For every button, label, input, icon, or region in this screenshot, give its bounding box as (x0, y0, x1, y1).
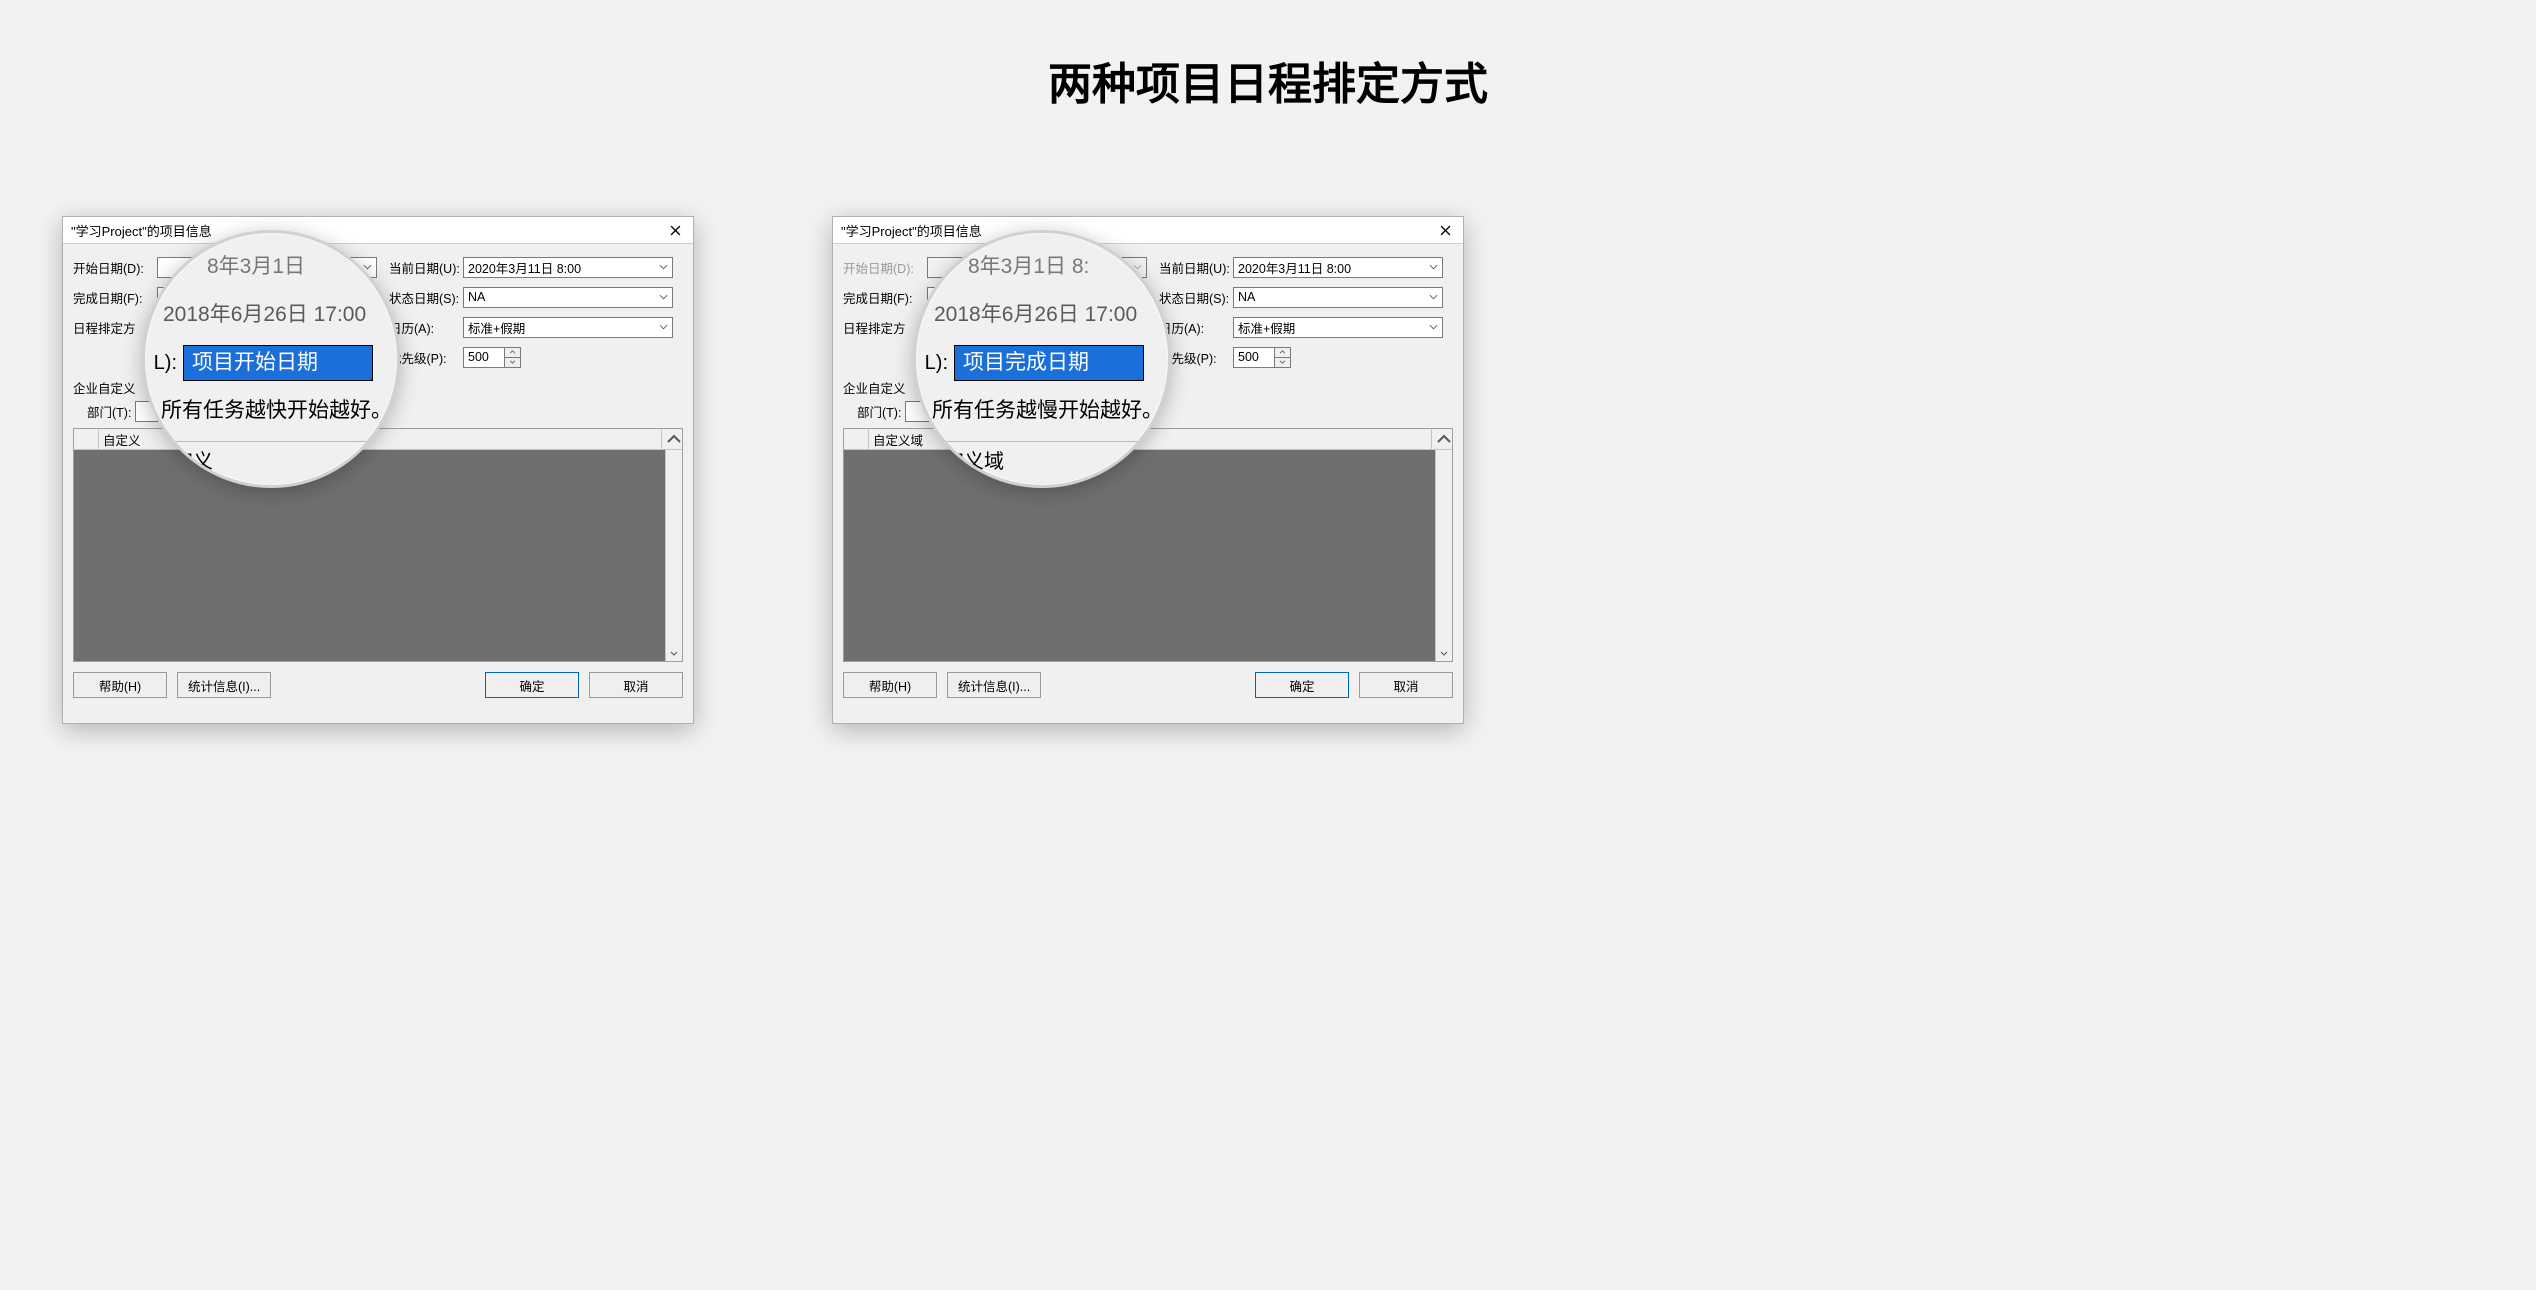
vertical-scrollbar[interactable] (1435, 450, 1452, 661)
calendar-field[interactable]: 标准+假期 (1233, 317, 1443, 338)
finish-date-label: 完成日期(F): (843, 288, 927, 307)
chevron-down-icon (1429, 324, 1438, 330)
mag-finish-date: 2018年6月26日 17:00 (913, 300, 1137, 330)
priority-value[interactable]: 500 (1233, 347, 1275, 368)
magnifier-left: 8年3月1日 2018年6月26日 17:00 L): 项目开始日期 所有任务越… (142, 230, 400, 488)
department-label: 部门(T): (857, 402, 901, 421)
chevron-down-icon (1429, 294, 1438, 300)
department-label: 部门(T): (87, 402, 131, 421)
table-corner (74, 429, 99, 449)
status-date-label: 状态日期(S): (389, 288, 463, 307)
current-date-field[interactable]: 2020年3月11日 8:00 (1233, 257, 1443, 278)
ok-button[interactable]: 确定 (485, 672, 579, 698)
mag-top-date: 8年3月1日 (142, 252, 305, 282)
chevron-down-icon (659, 294, 668, 300)
ok-button[interactable]: 确定 (1255, 672, 1349, 698)
table-corner (844, 429, 869, 449)
calendar-value: 标准+假期 (468, 318, 525, 337)
cancel-button[interactable]: 取消 (589, 672, 683, 698)
cancel-button[interactable]: 取消 (1359, 672, 1453, 698)
scroll-up-icon[interactable] (662, 429, 682, 449)
current-date-value: 2020年3月11日 8:00 (1238, 258, 1351, 277)
current-date-label: 当前日期(U): (389, 258, 463, 277)
priority-spinner[interactable]: 500 (463, 347, 521, 368)
calendar-label: 日历(A): (389, 318, 463, 337)
statistics-button[interactable]: 统计信息(I)... (947, 672, 1041, 698)
help-button[interactable]: 帮助(H) (843, 672, 937, 698)
status-date-label: 状态日期(S): (1159, 288, 1233, 307)
close-icon[interactable] (661, 220, 689, 240)
chevron-down-icon[interactable] (505, 357, 520, 367)
spinner-arrows[interactable] (1275, 347, 1291, 368)
calendar-value: 标准+假期 (1238, 318, 1295, 337)
mag-table-header: 自定义 (142, 441, 400, 477)
mag-table-header: 自定义域 (913, 441, 1171, 477)
help-button[interactable]: 帮助(H) (73, 672, 167, 698)
current-date-field[interactable]: 2020年3月11日 8:00 (463, 257, 673, 278)
page-title: 两种项目日程排定方式 (0, 48, 2536, 112)
status-date-field[interactable]: NA (1233, 287, 1443, 308)
chevron-down-icon (659, 264, 668, 270)
start-date-label: 开始日期(D): (843, 258, 927, 277)
button-bar: 帮助(H) 统计信息(I)... 确定 取消 (833, 662, 1463, 708)
scroll-down-icon[interactable] (1436, 645, 1452, 661)
vertical-scrollbar[interactable] (665, 450, 682, 661)
current-date-value: 2020年3月11日 8:00 (468, 258, 581, 277)
chevron-up-icon[interactable] (1275, 348, 1290, 357)
chevron-down-icon (1429, 264, 1438, 270)
statistics-button[interactable]: 统计信息(I)... (177, 672, 271, 698)
chevron-down-icon[interactable] (1275, 357, 1290, 367)
chevron-up-icon[interactable] (505, 348, 520, 357)
mag-label-suffix: L): (913, 349, 954, 378)
current-date-label: 当前日期(U): (1159, 258, 1233, 277)
mag-top-date: 8年3月1日 8: (913, 252, 1089, 282)
schedule-from-selection[interactable]: 项目开始日期 (183, 345, 373, 381)
scroll-up-icon[interactable] (1432, 429, 1452, 449)
priority-value[interactable]: 500 (463, 347, 505, 368)
calendar-field[interactable]: 标准+假期 (463, 317, 673, 338)
mag-label-suffix: L): (142, 349, 183, 378)
schedule-hint-text: 所有任务越快开始越好。 (142, 396, 392, 426)
spinner-arrows[interactable] (505, 347, 521, 368)
button-bar: 帮助(H) 统计信息(I)... 确定 取消 (63, 662, 693, 708)
chevron-down-icon (659, 324, 668, 330)
priority-spinner[interactable]: 500 (1233, 347, 1291, 368)
schedule-from-selection[interactable]: 项目完成日期 (954, 345, 1144, 381)
status-date-value: NA (468, 290, 485, 304)
schedule-hint-text: 所有任务越慢开始越好。 (913, 396, 1163, 426)
calendar-label: 日历(A): (1159, 318, 1233, 337)
magnifier-right: 8年3月1日 8: 2018年6月26日 17:00 L): 项目完成日期 所有… (913, 230, 1171, 488)
status-date-value: NA (1238, 290, 1255, 304)
priority-label: 优先级(P): (389, 348, 463, 367)
status-date-field[interactable]: NA (463, 287, 673, 308)
mag-finish-date: 2018年6月26日 17:00 (142, 300, 366, 330)
table-body (844, 450, 1452, 661)
scroll-down-icon[interactable] (666, 645, 682, 661)
close-icon[interactable] (1431, 220, 1459, 240)
table-body (74, 450, 682, 661)
